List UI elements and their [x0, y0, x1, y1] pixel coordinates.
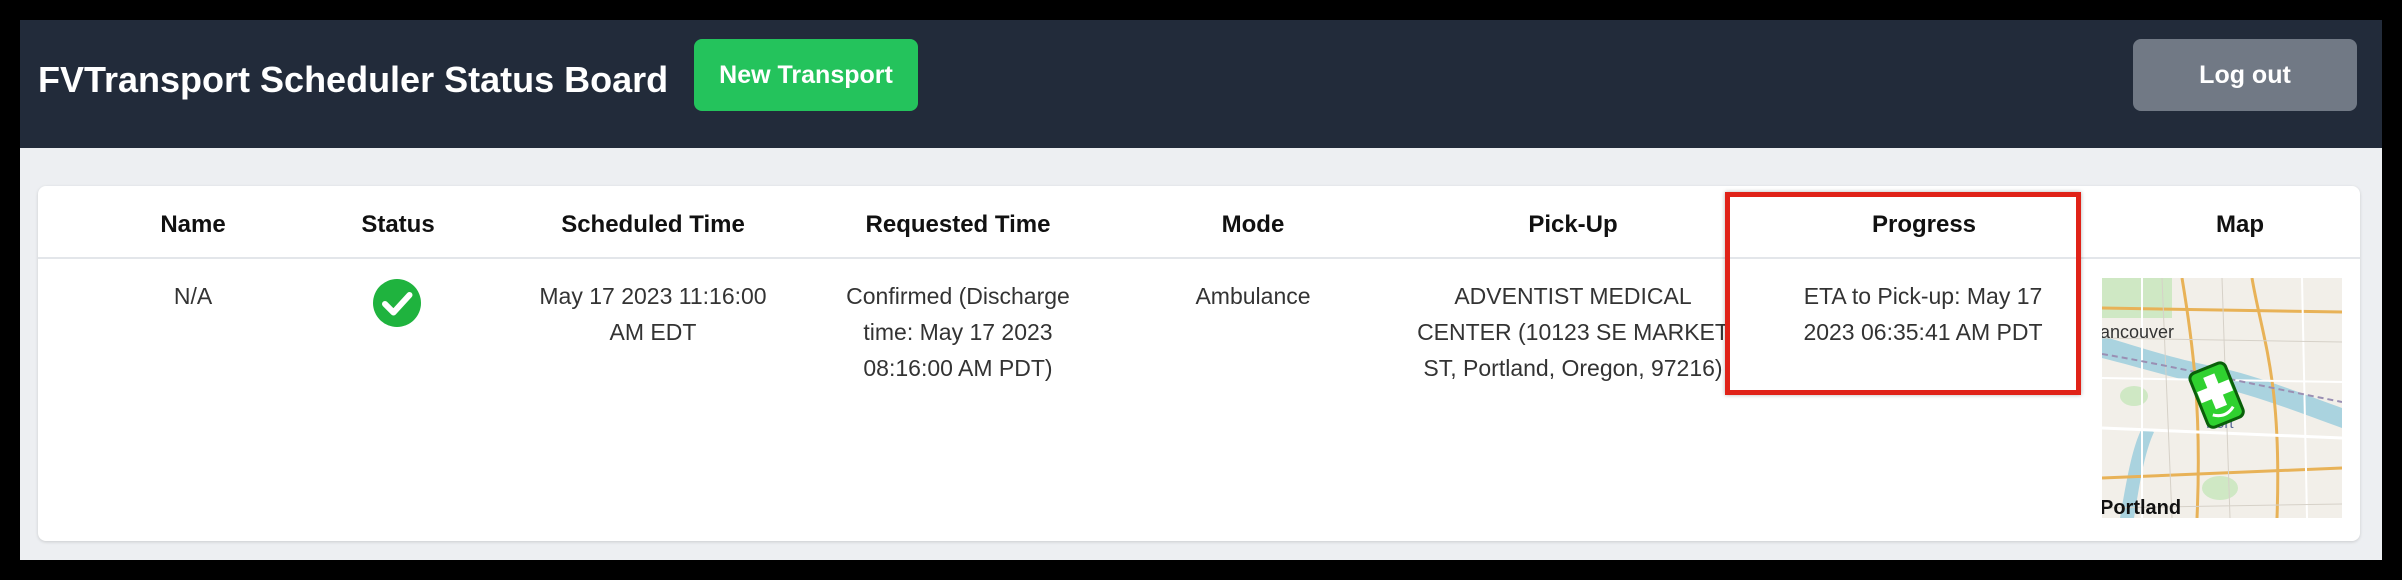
column-header-scheduled-time: Scheduled Time	[561, 211, 745, 238]
map-thumbnail[interactable]: ancouver Portland Port	[2102, 278, 2342, 518]
column-header-requested-time: Requested Time	[865, 211, 1051, 238]
column-header-name: Name	[160, 211, 226, 238]
map-label-portland: Portland	[2102, 497, 2181, 518]
map-graphic: ancouver Portland Port	[2102, 278, 2342, 518]
top-navbar: FVTransport Scheduler Status Board New T…	[20, 20, 2382, 148]
column-header-map: Map	[2216, 211, 2264, 238]
page-title: FVTransport Scheduler Status Board	[38, 59, 669, 100]
progress-highlight-box	[1725, 192, 2081, 395]
check-circle-icon	[373, 279, 421, 327]
cell-requested-time: Confirmed (Discharge time: May 17 2023 0…	[846, 283, 1070, 381]
logout-button[interactable]: Log out	[2133, 39, 2357, 111]
cell-pickup: ADVENTIST MEDICAL CENTER (10123 SE MARKE…	[1417, 283, 1729, 381]
cell-scheduled-time: May 17 2023 11:16:00 AM EDT	[539, 283, 767, 345]
column-header-status: Status	[361, 211, 435, 238]
column-header-pickup: Pick-Up	[1528, 211, 1618, 238]
map-label-vancouver: ancouver	[2102, 322, 2174, 342]
app-window: FVTransport Scheduler Status Board New T…	[20, 20, 2382, 560]
cell-mode: Ambulance	[1195, 283, 1311, 309]
cell-name: N/A	[173, 283, 213, 309]
new-transport-button[interactable]: New Transport	[694, 39, 918, 111]
column-header-mode: Mode	[1221, 211, 1285, 238]
